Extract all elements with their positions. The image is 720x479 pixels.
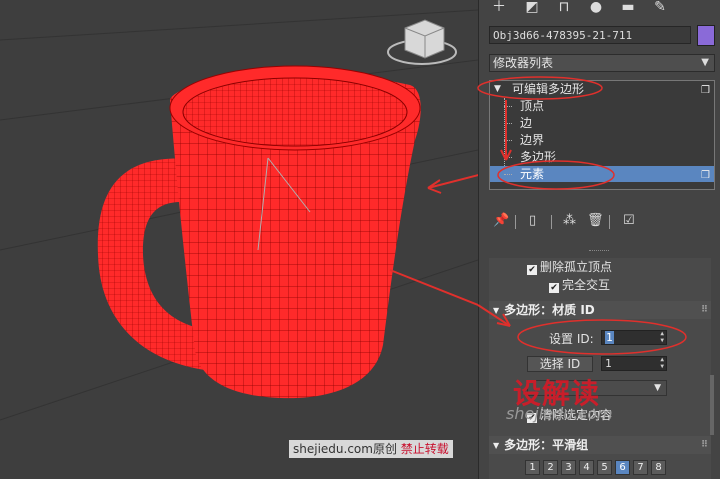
full-interactivity-checkbox[interactable]: ✔ 完全交互 bbox=[549, 276, 610, 293]
motion-icon[interactable]: ● bbox=[585, 0, 607, 16]
stack-item-label: 顶点 bbox=[520, 99, 545, 113]
viewport-3d[interactable] bbox=[0, 0, 478, 479]
stack-item-label: 多边形 bbox=[520, 150, 557, 164]
smoothing-groups-rollout-header[interactable]: ▼ 多边形：平滑组 ⠿ bbox=[489, 436, 711, 454]
smoothing-group-7-button[interactable]: 7 bbox=[633, 460, 648, 475]
cube-icon: ❒ bbox=[701, 170, 710, 181]
material-id-rollout-header[interactable]: ▼ 多边形：材质 ID ⠿ bbox=[489, 301, 711, 319]
set-id-spinner[interactable]: 1 ▲ ▼ bbox=[601, 330, 667, 345]
collapse-triangle-icon: ▼ bbox=[493, 441, 500, 450]
rollouts-container: ✔ 删除孤立顶点 ✔ 完全交互 ▼ 多边形：材质 ID ⠿ 设置 ID: 1 ▲ ▼ 选… bbox=[489, 258, 711, 479]
modify-icon[interactable]: ◩ bbox=[521, 0, 543, 16]
smoothing-group-5-button[interactable]: 5 bbox=[597, 460, 612, 475]
stack-item-label: 边 bbox=[520, 116, 533, 130]
stack-item-label: 边界 bbox=[520, 133, 545, 147]
panel-scrollbar[interactable] bbox=[710, 375, 714, 435]
stack-item-edge[interactable]: 边 bbox=[490, 115, 714, 131]
select-id-button[interactable]: 选择 ID bbox=[527, 356, 593, 372]
set-id-label: 设置 ID: bbox=[549, 332, 594, 346]
smoothing-group-8-button[interactable]: 8 bbox=[651, 460, 666, 475]
show-end-result-icon[interactable]: ▯ bbox=[529, 213, 536, 228]
drag-handle-icon[interactable]: ⠿ bbox=[701, 301, 708, 319]
stack-tools-bar: 📌 ▯ ⁂ 🗑 ☑ bbox=[489, 213, 715, 233]
mug-wireframe bbox=[0, 9, 478, 421]
smoothing-group-4-button[interactable]: 4 bbox=[579, 460, 594, 475]
stack-root-label: 可编辑多边形 bbox=[512, 82, 585, 96]
credit-banner: shejiedu.com原创 禁止转载 bbox=[289, 440, 453, 458]
smoothing-group-6-button[interactable]: 6 bbox=[615, 460, 630, 475]
spinner-arrows-icon[interactable]: ▲ ▼ bbox=[660, 330, 664, 344]
chevron-down-icon: ▼ bbox=[654, 383, 661, 393]
display-icon[interactable]: ▬ bbox=[617, 0, 639, 16]
drag-handle-icon[interactable]: ⠿ bbox=[701, 436, 708, 454]
hierarchy-icon[interactable]: ⊓ bbox=[553, 0, 575, 16]
chevron-down-icon: ▼ bbox=[701, 57, 709, 68]
stack-item-border[interactable]: 边界 bbox=[490, 132, 714, 148]
utilities-icon[interactable]: ✎ bbox=[649, 0, 671, 16]
modifier-stack: ▼ 可编辑多边形 ❒ 顶点 边 边界 多边形 元素 ❒ bbox=[489, 80, 715, 190]
smoothing-group-3-button[interactable]: 3 bbox=[561, 460, 576, 475]
credit-warning: 禁止转载 bbox=[400, 442, 449, 456]
stack-item-polygon[interactable]: 多边形 bbox=[490, 149, 714, 165]
create-icon[interactable]: ＋ bbox=[488, 0, 510, 16]
collapse-triangle-icon: ▼ bbox=[493, 306, 500, 315]
pin-stack-icon[interactable]: 📌 bbox=[493, 213, 509, 228]
smoothing-group-2-button[interactable]: 2 bbox=[543, 460, 558, 475]
collapse-triangle-icon[interactable]: ▼ bbox=[494, 81, 501, 97]
delete-isolated-vertices-checkbox[interactable]: ✔ 删除孤立顶点 bbox=[527, 258, 612, 275]
spinner-arrows-icon[interactable]: ▲ ▼ bbox=[660, 356, 664, 370]
configure-modifier-sets-icon[interactable]: ☑ bbox=[623, 213, 635, 228]
cube-icon: ❒ bbox=[701, 85, 710, 96]
stack-item-vertex[interactable]: 顶点 bbox=[490, 98, 714, 114]
watermark-site: shejiedu.com bbox=[506, 404, 613, 423]
modifier-list-label: 修改器列表 bbox=[493, 56, 554, 70]
stack-item-editable-poly[interactable]: ▼ 可编辑多边形 ❒ bbox=[490, 81, 714, 97]
object-name-field[interactable]: Obj3d66-478395-21-711 bbox=[489, 26, 691, 44]
smoothing-group-1-button[interactable]: 1 bbox=[525, 460, 540, 475]
modifier-list-dropdown[interactable]: 修改器列表 ▼ bbox=[489, 54, 715, 72]
credit-text: shejiedu.com原创 bbox=[293, 442, 397, 456]
remove-modifier-icon[interactable]: 🗑 bbox=[587, 213, 604, 228]
stack-item-element[interactable]: 元素 ❒ bbox=[490, 166, 714, 182]
make-unique-icon[interactable]: ⁂ bbox=[563, 213, 576, 228]
select-id-spinner[interactable]: 1 ▲ ▼ bbox=[601, 356, 667, 371]
panel-grip[interactable] bbox=[589, 250, 609, 253]
stack-item-label: 元素 bbox=[520, 167, 545, 181]
check-icon: ✔ bbox=[549, 283, 559, 293]
check-icon: ✔ bbox=[527, 265, 537, 275]
object-color-swatch[interactable] bbox=[697, 25, 715, 46]
